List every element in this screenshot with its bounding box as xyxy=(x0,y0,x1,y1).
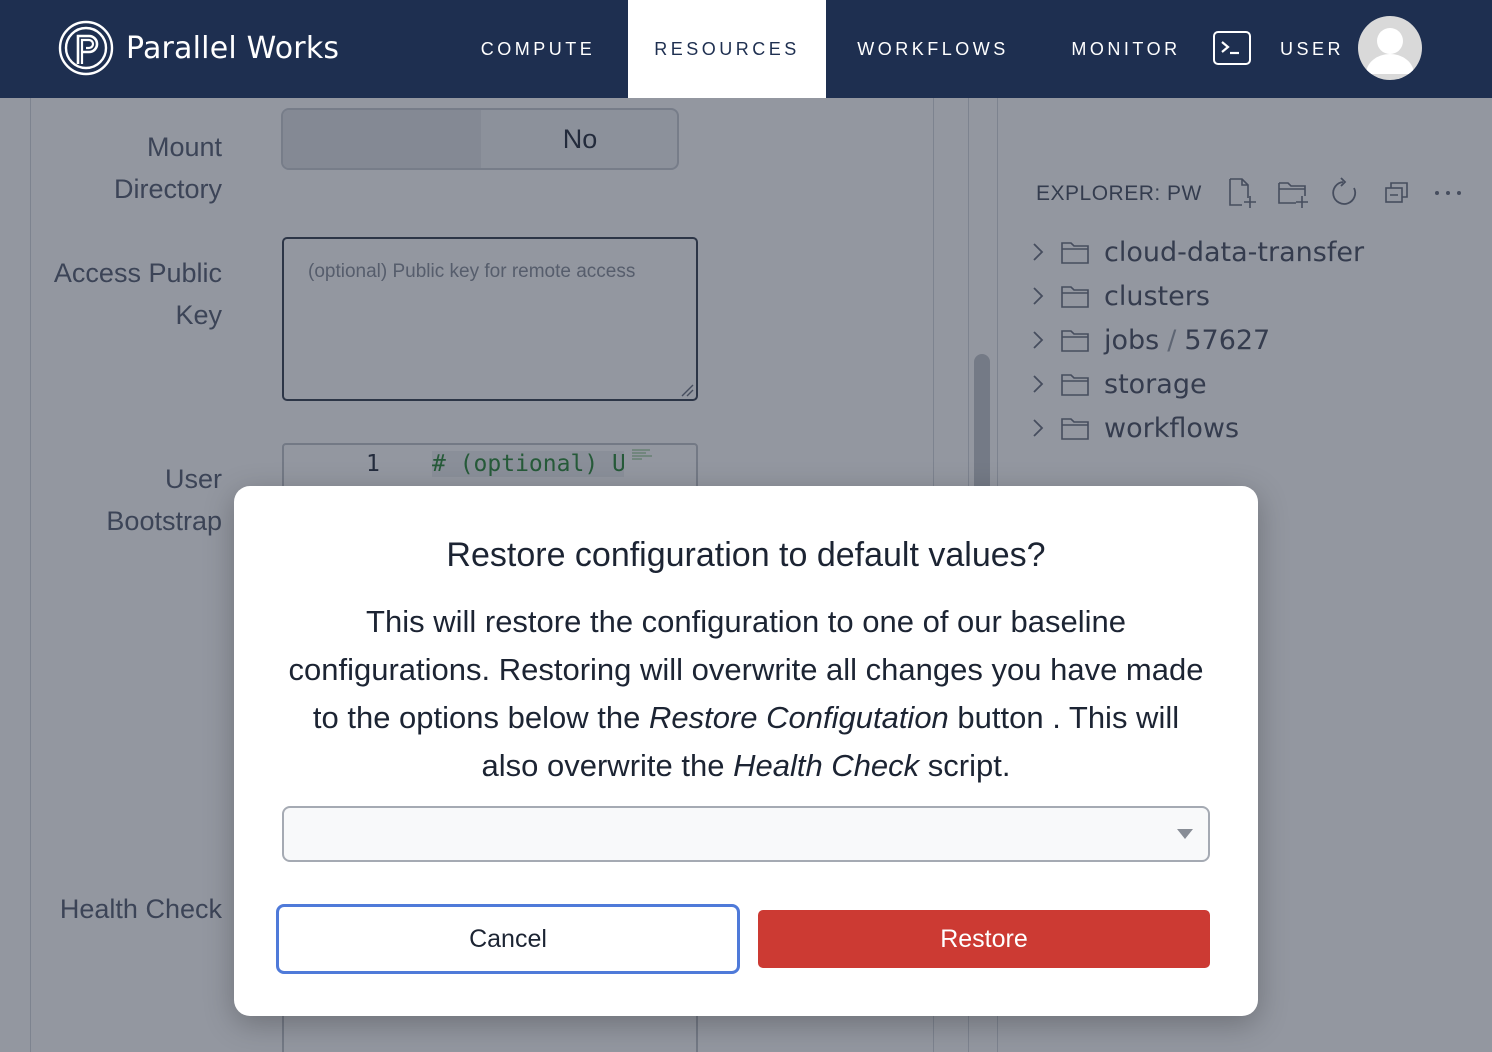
restore-config-dialog: Restore configuration to default values?… xyxy=(234,486,1258,1016)
restore-button[interactable]: Restore xyxy=(758,910,1210,968)
nav-workflows[interactable]: WORKFLOWS xyxy=(840,0,1026,98)
parallel-works-logo-icon xyxy=(58,20,114,76)
dialog-title: Restore configuration to default values? xyxy=(446,536,1046,574)
brand-logo[interactable]: Parallel Works xyxy=(58,20,339,76)
cancel-button[interactable]: Cancel xyxy=(276,904,740,974)
dropdown-arrow-icon xyxy=(1177,829,1193,839)
user-avatar[interactable] xyxy=(1358,16,1422,80)
terminal-icon xyxy=(1221,41,1239,55)
nav-user[interactable]: USER xyxy=(1270,0,1354,98)
user-avatar-icon xyxy=(1366,28,1414,74)
terminal-button[interactable] xyxy=(1213,31,1251,65)
brand-name: Parallel Works xyxy=(126,30,340,66)
baseline-config-select[interactable] xyxy=(282,806,1210,862)
dialog-message: This will restore the configuration to o… xyxy=(288,604,1204,783)
nav-compute[interactable]: COMPUTE xyxy=(456,0,620,98)
top-nav: Parallel Works COMPUTE RESOURCES WORKFLO… xyxy=(0,0,1492,98)
nav-monitor[interactable]: MONITOR xyxy=(1054,0,1198,98)
nav-resources[interactable]: RESOURCES xyxy=(628,0,826,98)
